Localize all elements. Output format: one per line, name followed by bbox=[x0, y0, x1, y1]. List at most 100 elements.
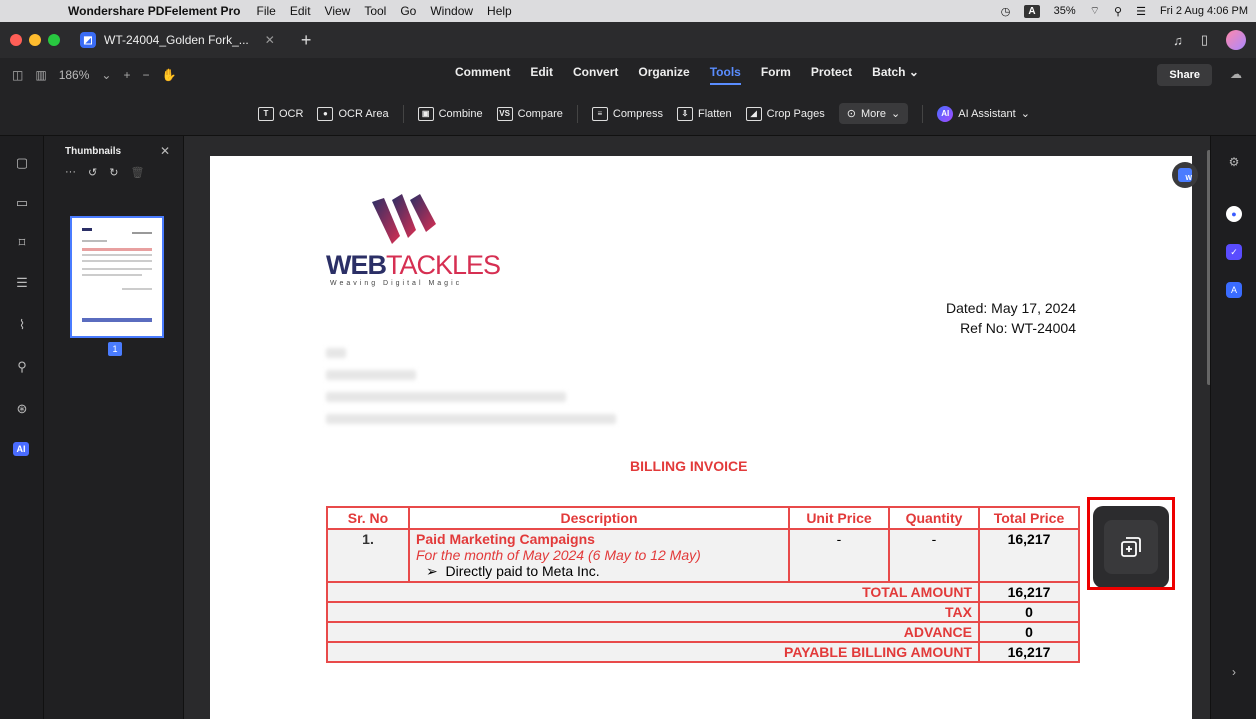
menu-window[interactable]: Window bbox=[430, 4, 473, 18]
page-icon[interactable]: ▢ bbox=[13, 154, 31, 172]
compress-button[interactable]: ≡ Compress bbox=[591, 106, 663, 121]
table-header-row: Sr. No Description Unit Price Quantity T… bbox=[326, 506, 1080, 530]
document-canvas[interactable]: WEBTACKLES Weaving Digital Magic Dated: … bbox=[184, 136, 1210, 719]
system-menubar: Wondershare PDFelement Pro File Edit Vie… bbox=[0, 0, 1256, 22]
tools-toolbar: T OCR ● OCR Area ▣ Combine VS Compare ≡ Compr… bbox=[0, 92, 1256, 136]
battery-status[interactable]: 35% bbox=[1054, 5, 1076, 17]
layout-icon[interactable]: ▥ bbox=[35, 68, 46, 82]
menu-go[interactable]: Go bbox=[400, 4, 416, 18]
zoom-out-icon[interactable]: − bbox=[142, 68, 149, 82]
tab-batch[interactable]: Batch ⌄ bbox=[872, 65, 919, 85]
summary-value: 0 bbox=[978, 621, 1080, 643]
new-tab-button[interactable]: + bbox=[301, 30, 312, 51]
cell-quantity: - bbox=[888, 528, 980, 583]
brand-wordmark: WEBTACKLES bbox=[326, 250, 501, 280]
settings-sliders-icon[interactable]: ⚙ bbox=[1226, 154, 1242, 170]
minimize-window-button[interactable] bbox=[29, 34, 41, 46]
ocr-area-button[interactable]: ● OCR Area bbox=[317, 106, 389, 121]
page-thumbnail[interactable] bbox=[70, 216, 164, 338]
tab-tools[interactable]: Tools bbox=[709, 65, 741, 85]
chat-bot-icon[interactable]: ● bbox=[1226, 206, 1242, 222]
document-check-icon[interactable]: ✓ bbox=[1226, 244, 1242, 260]
item-subtitle: For the month of May 2024 (6 May to 12 M… bbox=[416, 547, 701, 563]
combine-button[interactable]: ▣ Combine bbox=[417, 106, 483, 121]
tab-protect[interactable]: Protect bbox=[811, 65, 852, 85]
divider bbox=[922, 104, 924, 123]
avatar[interactable] bbox=[1226, 30, 1246, 50]
bell-icon[interactable]: ♫ bbox=[1173, 33, 1183, 48]
zoom-window-button[interactable] bbox=[48, 34, 60, 46]
invoice-table: Sr. No Description Unit Price Quantity T… bbox=[326, 506, 1080, 663]
summary-row: ADVANCE 0 bbox=[326, 621, 1080, 643]
bookmark-icon[interactable]: ⌑ bbox=[13, 234, 31, 252]
chevron-down-icon: ⌄ bbox=[1020, 108, 1030, 120]
document-tab[interactable]: ◩ WT-24004_Golden Fork_... ✕ bbox=[80, 26, 275, 54]
control-center-icon[interactable]: ☰ bbox=[1136, 5, 1146, 18]
chevron-down-icon: ⌄ bbox=[891, 108, 901, 120]
comment-icon[interactable]: ▭ bbox=[13, 194, 31, 212]
more-button[interactable]: ⊙ More ⌄ bbox=[838, 103, 909, 124]
close-tab-icon[interactable]: ✕ bbox=[265, 33, 275, 47]
trash-icon[interactable]: 🗑 bbox=[130, 166, 144, 179]
zoom-in-icon[interactable]: + bbox=[123, 68, 130, 82]
rotate-right-icon[interactable]: ↻ bbox=[109, 166, 118, 179]
summary-value: 16,217 bbox=[978, 581, 1080, 603]
tab-edit[interactable]: Edit bbox=[530, 65, 553, 85]
item-title: Paid Marketing Campaigns bbox=[416, 531, 595, 547]
chevron-right-icon[interactable]: › bbox=[1226, 664, 1242, 680]
summary-value: 0 bbox=[978, 601, 1080, 623]
hand-tool-icon[interactable]: ✋ bbox=[161, 68, 176, 82]
compare-icon: VS bbox=[496, 106, 513, 121]
search-icon[interactable]: ⚲ bbox=[13, 358, 31, 376]
date-ref-block: Dated: May 17, 2024 Ref No: WT-24004 bbox=[946, 298, 1076, 338]
header-sr-no: Sr. No bbox=[326, 506, 410, 530]
app-menu[interactable]: Wondershare PDFelement Pro bbox=[68, 4, 241, 18]
crop-pages-button[interactable]: ◢ Crop Pages bbox=[745, 106, 825, 121]
stamp-icon[interactable]: ⊛ bbox=[13, 400, 31, 418]
cloud-icon[interactable]: ☁ bbox=[1230, 67, 1242, 81]
pdf-page[interactable]: WEBTACKLES Weaving Digital Magic Dated: … bbox=[210, 156, 1192, 719]
menu-view[interactable]: View bbox=[325, 4, 351, 18]
window-toggle-icon[interactable]: ▯ bbox=[1201, 32, 1208, 48]
spotlight-icon[interactable]: ⚲ bbox=[1114, 5, 1122, 18]
sidebar-toggle-icon[interactable]: ◫ bbox=[12, 68, 23, 82]
datetime[interactable]: Fri 2 Aug 4:06 PM bbox=[1160, 5, 1248, 17]
ai-assistant-button[interactable]: AI AI Assistant ⌄ bbox=[937, 105, 1030, 122]
cell-description: Paid Marketing Campaigns For the month o… bbox=[408, 528, 790, 583]
zoom-level[interactable]: 186% bbox=[59, 68, 90, 82]
window-actions: ♫ ▯ bbox=[1173, 22, 1246, 58]
menu-tool[interactable]: Tool bbox=[364, 4, 386, 18]
layers-icon[interactable]: ☰ bbox=[13, 274, 31, 292]
close-window-button[interactable] bbox=[10, 34, 22, 46]
more-icon: ⊙ bbox=[846, 108, 856, 120]
tab-comment[interactable]: Comment bbox=[455, 65, 510, 85]
menu-help[interactable]: Help bbox=[487, 4, 512, 18]
flatten-button[interactable]: ⇩ Flatten bbox=[677, 106, 732, 121]
more-options-icon[interactable]: ··· bbox=[65, 166, 76, 179]
wifi-icon[interactable]: ⌔ bbox=[1090, 4, 1100, 18]
rotate-left-icon[interactable]: ↺ bbox=[88, 166, 97, 179]
menu-edit[interactable]: Edit bbox=[290, 4, 311, 18]
ai-sidebar-icon[interactable]: AI bbox=[13, 442, 29, 456]
pdfelement-logo-icon: ◩ bbox=[80, 32, 96, 48]
tab-organize[interactable]: Organize bbox=[638, 65, 689, 85]
word-convert-badge[interactable]: W bbox=[1172, 162, 1198, 188]
close-icon[interactable]: ✕ bbox=[160, 144, 170, 158]
tab-form[interactable]: Form bbox=[761, 65, 791, 85]
summary-label: TAX bbox=[326, 601, 980, 623]
menu-file[interactable]: File bbox=[257, 4, 276, 18]
input-source-badge[interactable]: A bbox=[1024, 4, 1040, 18]
ocr-button[interactable]: T OCR bbox=[258, 106, 303, 121]
tab-convert[interactable]: Convert bbox=[573, 65, 618, 85]
attachment-icon[interactable]: ⌇ bbox=[13, 316, 31, 334]
flatten-icon: ⇩ bbox=[677, 106, 693, 121]
clock-icon[interactable]: ◷ bbox=[1001, 5, 1011, 18]
right-sidebar: ⚙ ● ✓ A › bbox=[1210, 136, 1256, 719]
compare-button[interactable]: VS Compare bbox=[496, 106, 563, 121]
header-unit-price: Unit Price bbox=[788, 506, 890, 530]
thumbnails-title: Thumbnails bbox=[65, 146, 122, 157]
chevron-down-icon[interactable]: ⌄ bbox=[101, 68, 111, 82]
webtackles-logo-icon bbox=[372, 194, 436, 244]
share-button[interactable]: Share bbox=[1157, 64, 1212, 86]
translate-icon[interactable]: A bbox=[1226, 282, 1242, 298]
